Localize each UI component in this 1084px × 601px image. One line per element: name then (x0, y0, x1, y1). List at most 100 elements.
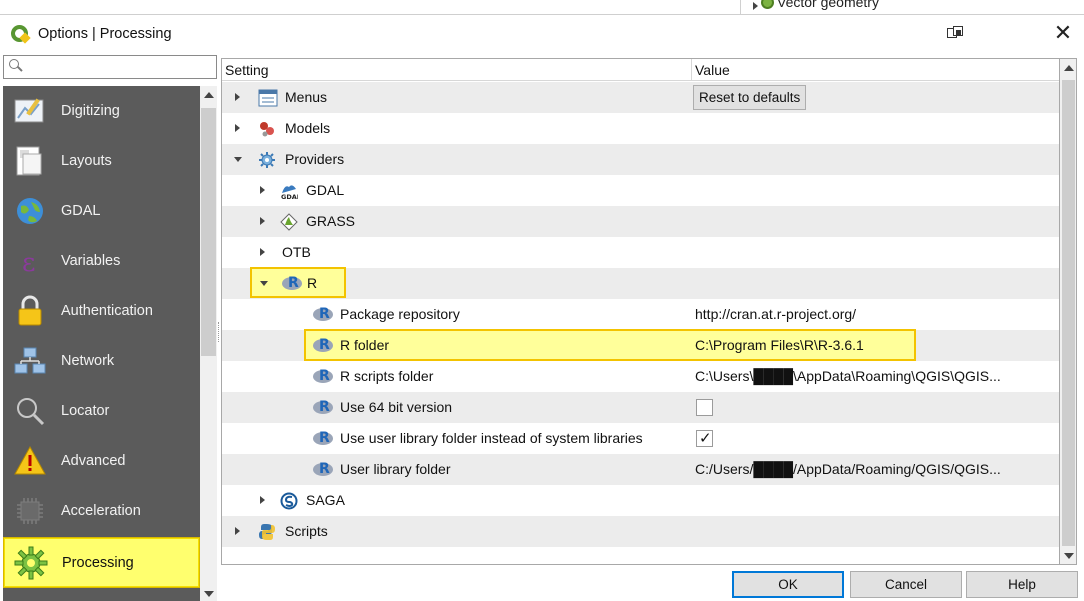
tree-row-label: Use 64 bit version (340, 399, 453, 415)
tree-row-r[interactable]: R R (222, 267, 1059, 299)
collapse-arrow-icon[interactable] (234, 157, 242, 162)
layouts-icon (16, 146, 42, 176)
search-box[interactable] (3, 55, 217, 79)
sidebar-item-processing[interactable]: Processing (3, 537, 200, 588)
tree-row-package-repository[interactable]: R Package repository http://cran.at.r-pr… (222, 299, 1059, 330)
background-window-peek: Vector geometry (740, 0, 1040, 14)
gdal-icon: GDAL (281, 185, 298, 200)
sidebar-item-variables[interactable]: ε Variables (3, 236, 200, 286)
restore-window-icon[interactable] (947, 26, 965, 40)
cancel-button[interactable]: Cancel (850, 571, 962, 598)
sidebar-item-label: GDAL (61, 203, 101, 219)
scroll-down-arrow-icon[interactable] (204, 591, 214, 597)
locator-search-icon (17, 398, 45, 426)
variables-icon: ε (22, 248, 35, 278)
tree-row-menus[interactable]: Menus Reset to defaults (222, 82, 1059, 113)
vector-geometry-icon (761, 0, 774, 9)
padlock-icon (18, 295, 42, 326)
sidebar-item-authentication[interactable]: Authentication (3, 286, 200, 336)
help-button[interactable]: Help (966, 571, 1078, 598)
sidebar-item-label: Layouts (61, 153, 112, 169)
tree-scrollbar[interactable] (1060, 58, 1077, 565)
tree-row-label: Providers (285, 151, 345, 167)
tree-row-grass[interactable]: GRASS (222, 206, 1059, 237)
expand-arrow-icon[interactable] (260, 496, 265, 504)
sidebar-item-gdal[interactable]: GDAL (3, 186, 200, 236)
network-icon (14, 347, 46, 374)
checkmark-icon: ✓ (699, 430, 712, 447)
tree-row-label: Use user library folder instead of syste… (340, 430, 643, 446)
saga-icon (280, 492, 298, 510)
title-bar: Options | Processing ✕ (0, 14, 1084, 52)
digitizing-icon (14, 98, 44, 123)
sidebar-item-digitizing[interactable]: Digitizing (3, 86, 200, 136)
scroll-down-arrow-icon[interactable] (1064, 553, 1074, 559)
providers-gear-icon (259, 152, 275, 168)
qgis-logo-icon (10, 24, 31, 44)
expand-arrow-icon[interactable] (260, 217, 265, 225)
scrollbar-thumb[interactable] (1062, 80, 1075, 546)
sidebar-item-label: Locator (61, 403, 110, 419)
background-tree-item: Vector geometry (777, 0, 879, 10)
r-folder-value[interactable]: C:\Program Files\R\R-3.6.1 (695, 337, 864, 353)
tree-row-label: Package repository (340, 306, 460, 322)
tree-row-label: Scripts (285, 523, 328, 539)
tree-row-models[interactable]: Models (222, 113, 1059, 144)
sidebar-item-label: Network (61, 353, 115, 369)
expand-arrow-icon[interactable] (235, 527, 240, 535)
tree-row-label: R scripts folder (340, 368, 434, 384)
sidebar-item-network[interactable]: Network (3, 336, 200, 386)
sidebar-item-label: Variables (61, 253, 121, 269)
tree-row-label: GDAL (306, 182, 345, 198)
processing-gear-icon (14, 546, 48, 579)
expand-arrow-icon[interactable] (235, 93, 240, 101)
python-scripts-icon (259, 524, 275, 540)
sidebar-scrollbar[interactable] (200, 86, 217, 601)
scroll-up-arrow-icon[interactable] (1064, 65, 1074, 71)
tree-row-scripts[interactable]: Scripts (222, 516, 1059, 547)
r-scripts-folder-value[interactable]: C:\Users\████\AppData\Roaming\QGIS\QGIS.… (695, 368, 1001, 384)
models-icon (260, 122, 274, 137)
reset-to-defaults-button[interactable]: Reset to defaults (693, 85, 807, 110)
tree-row-use-64-bit[interactable]: R Use 64 bit version (222, 392, 1059, 423)
use-64-bit-checkbox[interactable] (696, 399, 713, 416)
scroll-up-arrow-icon[interactable] (204, 92, 214, 98)
tree-row-providers[interactable]: Providers (222, 144, 1059, 175)
tree-row-use-user-library[interactable]: R Use user library folder instead of sys… (222, 423, 1059, 454)
search-icon (9, 59, 23, 72)
tree-row-user-library-folder[interactable]: R User library folder C:/Users/████/AppD… (222, 454, 1059, 485)
tree-row-r-folder[interactable]: R R folder C:\Program Files\R\R-3.6.1 (222, 329, 1059, 361)
use-user-library-checkbox[interactable]: ✓ (696, 430, 713, 447)
column-header-value[interactable]: Value (695, 62, 730, 78)
sidebar-item-advanced[interactable]: Advanced (3, 436, 200, 486)
expand-arrow-icon[interactable] (235, 124, 240, 132)
ok-button[interactable]: OK (732, 571, 844, 598)
sidebar-item-locator[interactable]: Locator (3, 386, 200, 436)
tree-row-otb[interactable]: OTB (222, 237, 1059, 268)
scrollbar-thumb[interactable] (201, 108, 216, 356)
r-logo-icon: R (282, 275, 302, 292)
options-sidebar: Digitizing Layouts GDAL ε Variables Auth… (3, 86, 200, 601)
close-icon[interactable]: ✕ (1051, 21, 1075, 45)
user-library-folder-value[interactable]: C:/Users/████/AppData/Roaming/QGIS/QGIS.… (695, 461, 1001, 477)
tree-header: Setting Value (222, 59, 1059, 81)
tree-row-label: R folder (340, 337, 390, 353)
svg-text:GDAL: GDAL (281, 193, 298, 200)
package-repository-value[interactable]: http://cran.at.r-project.org/ (695, 306, 856, 322)
r-logo-icon: R (313, 306, 333, 323)
column-header-setting[interactable]: Setting (225, 62, 269, 78)
tree-row-gdal[interactable]: GDAL GDAL (222, 175, 1059, 206)
menus-icon (258, 89, 278, 107)
r-logo-icon: R (313, 399, 333, 416)
r-logo-icon: R (313, 430, 333, 447)
expand-arrow-icon[interactable] (260, 248, 265, 256)
collapse-arrow-icon[interactable] (260, 281, 268, 286)
expand-arrow-icon[interactable] (260, 186, 265, 194)
sidebar-item-acceleration[interactable]: Acceleration (3, 486, 200, 536)
sidebar-item-layouts[interactable]: Layouts (3, 136, 200, 186)
tree-row-saga[interactable]: SAGA (222, 485, 1059, 516)
tree-row-r-scripts-folder[interactable]: R R scripts folder C:\Users\████\AppData… (222, 361, 1059, 392)
sidebar-item-label: Acceleration (61, 503, 141, 519)
search-input[interactable] (26, 58, 211, 76)
tree-row-label: Models (285, 120, 331, 136)
